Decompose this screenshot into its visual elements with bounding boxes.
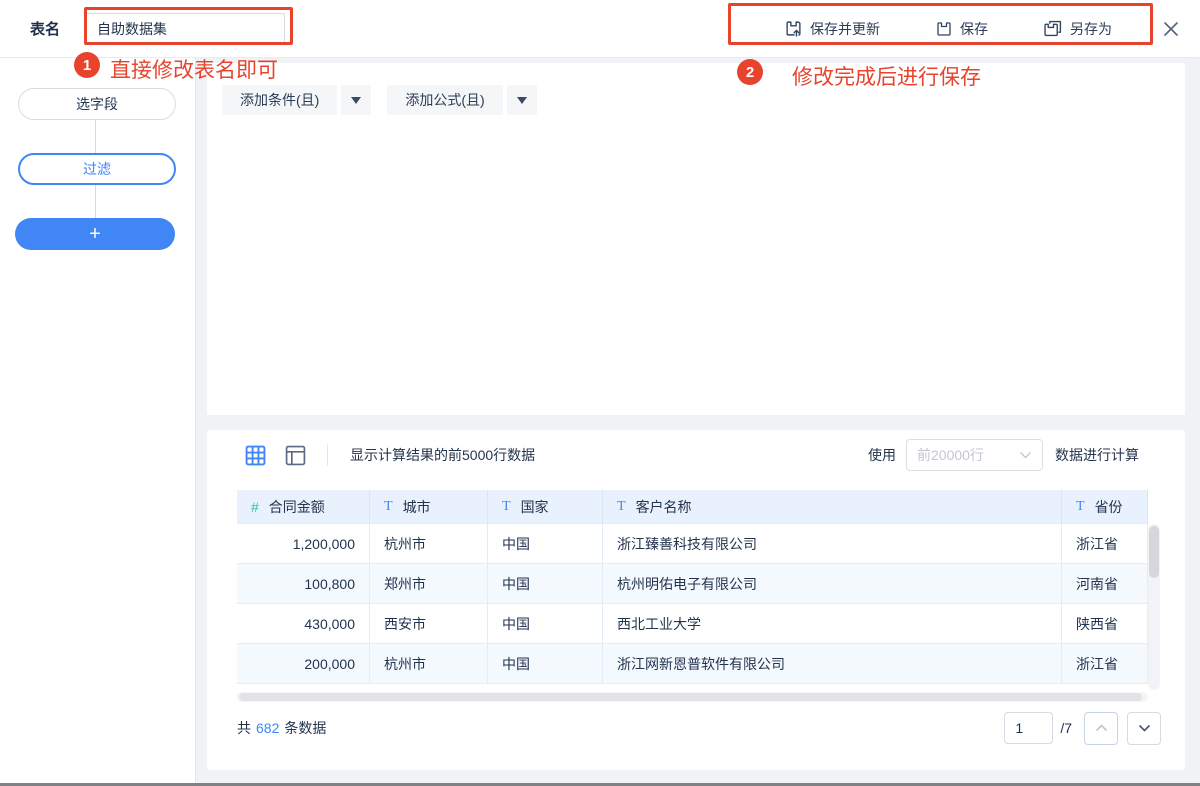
table-cell: 中国 <box>488 564 603 604</box>
table-cell: 杭州市 <box>370 524 488 564</box>
table-cell: 西北工业大学 <box>603 604 1062 644</box>
add-condition-button[interactable]: 添加条件(且) <box>222 85 338 115</box>
page-number-input[interactable] <box>1004 712 1054 744</box>
add-condition-dropdown[interactable] <box>341 85 372 115</box>
table-cell: 1,200,000 <box>237 524 370 564</box>
vertical-scrollbar-thumb[interactable] <box>1149 526 1159 578</box>
add-formula-button[interactable]: 添加公式(且) <box>387 85 503 115</box>
node-connector <box>95 120 96 153</box>
table-cell: 杭州市 <box>370 644 488 684</box>
annotation-box-table-name <box>84 7 293 45</box>
plus-icon: + <box>89 222 101 245</box>
caret-down-icon <box>516 96 527 104</box>
table-row: 1,200,000 杭州市 中国 浙江臻善科技有限公司 浙江省 <box>237 524 1148 564</box>
annotation-step2-text: 修改完成后进行保存 <box>792 66 981 89</box>
table-cell: 100,800 <box>237 564 370 604</box>
table-cell: 郑州市 <box>370 564 488 604</box>
flow-sidebar: 选字段 过滤 + <box>0 58 196 786</box>
pagination: /7 <box>1004 711 1161 745</box>
filter-actions: 添加条件(且) 添加公式(且) <box>222 85 537 115</box>
select-fields-node[interactable]: 选字段 <box>18 88 176 120</box>
chevron-down-icon <box>1138 724 1151 732</box>
column-header[interactable]: T 客户名称 <box>603 490 1062 524</box>
table-cell: 浙江省 <box>1062 524 1148 564</box>
annotation-step1-text: 直接修改表名即可 <box>110 59 278 82</box>
table-name-label: 表名 <box>30 21 61 38</box>
table-cell: 中国 <box>488 604 603 644</box>
preview-rows-text: 显示计算结果的前5000行数据 <box>350 447 536 463</box>
table-cell: 200,000 <box>237 644 370 684</box>
column-label: 国家 <box>520 498 549 515</box>
chevron-up-icon <box>1095 724 1108 732</box>
column-header[interactable]: T 省份 <box>1062 490 1148 524</box>
table-cell: 中国 <box>488 524 603 564</box>
filter-label: 过滤 <box>83 161 111 177</box>
panel-view-icon[interactable] <box>283 443 307 467</box>
vertical-scrollbar[interactable] <box>1148 524 1160 690</box>
total-count: 682 <box>256 720 280 736</box>
table-cell: 浙江臻善科技有限公司 <box>603 524 1062 564</box>
previous-page-button[interactable] <box>1084 711 1118 745</box>
close-button[interactable] <box>1158 16 1184 42</box>
table-footer: 共 682 条数据 /7 <box>207 710 1185 746</box>
table-cell: 陕西省 <box>1062 604 1148 644</box>
horizontal-scrollbar[interactable] <box>237 692 1148 702</box>
column-header[interactable]: T 城市 <box>370 490 488 524</box>
data-preview-panel: 显示计算结果的前5000行数据 使用 前20000行 数据进行计算 # 合同金额 T… <box>207 430 1185 770</box>
table-row: 200,000 杭州市 中国 浙江网新恩普软件有限公司 浙江省 <box>237 644 1148 684</box>
column-header[interactable]: T 国家 <box>488 490 603 524</box>
page-total: /7 <box>1060 720 1072 736</box>
chevron-down-icon <box>1019 451 1032 459</box>
table-row: 430,000 西安市 中国 西北工业大学 陕西省 <box>237 604 1148 644</box>
table-header-row: # 合同金额 T 城市 T 国家 T 客户名称 T 省份 <box>237 490 1148 524</box>
filter-node[interactable]: 过滤 <box>18 153 176 185</box>
next-page-button[interactable] <box>1127 711 1161 745</box>
node-connector <box>95 185 96 218</box>
table-cell: 杭州明佑电子有限公司 <box>603 564 1062 604</box>
grid-view-icon[interactable] <box>243 443 267 467</box>
number-type-icon: # <box>251 498 259 515</box>
column-header[interactable]: # 合同金额 <box>237 490 370 524</box>
main-area: 添加条件(且) 添加公式(且) 显示计算结果的前5000行数据 使用 前2000… <box>197 58 1200 786</box>
column-label: 合同金额 <box>268 498 325 515</box>
select-fields-label: 选字段 <box>76 96 118 112</box>
table-cell: 浙江网新恩普软件有限公司 <box>603 644 1062 684</box>
table-cell: 中国 <box>488 644 603 684</box>
horizontal-scrollbar-thumb[interactable] <box>239 693 1142 701</box>
text-type-icon: T <box>502 498 511 514</box>
preview-toolbar: 显示计算结果的前5000行数据 使用 前20000行 数据进行计算 <box>207 430 1185 480</box>
add-step-button[interactable]: + <box>15 218 175 250</box>
toolbar-divider <box>327 444 328 466</box>
total-suffix: 条数据 <box>284 720 327 736</box>
compute-label: 数据进行计算 <box>1055 447 1139 463</box>
add-formula-dropdown[interactable] <box>506 85 537 115</box>
preview-table: # 合同金额 T 城市 T 国家 T 客户名称 T 省份 1,200,000 杭州市 中国 浙江臻善科技… <box>237 490 1148 684</box>
use-label: 使用 <box>868 447 896 463</box>
table-cell: 430,000 <box>237 604 370 644</box>
table-cell: 西安市 <box>370 604 488 644</box>
total-prefix: 共 <box>237 720 251 736</box>
column-label: 城市 <box>402 498 431 515</box>
text-type-icon: T <box>617 498 626 514</box>
table-cell: 浙江省 <box>1062 644 1148 684</box>
annotation-step1-badge: 1 <box>74 52 100 78</box>
text-type-icon: T <box>1076 498 1085 514</box>
table-body: 1,200,000 杭州市 中国 浙江臻善科技有限公司 浙江省 100,800 郑州市 中国杭… <box>237 524 1148 684</box>
column-label: 省份 <box>1094 498 1123 515</box>
filter-config-panel: 添加条件(且) 添加公式(且) <box>207 63 1185 415</box>
compute-rows-setting: 使用 前20000行 数据进行计算 <box>868 439 1139 471</box>
text-type-icon: T <box>384 498 393 514</box>
table-cell: 河南省 <box>1062 564 1148 604</box>
table-row: 100,800 郑州市 中国 杭州明佑电子有限公司 河南省 <box>237 564 1148 604</box>
annotation-box-save-buttons <box>728 3 1153 45</box>
column-label: 客户名称 <box>635 498 692 515</box>
annotation-step2-badge: 2 <box>737 59 763 85</box>
caret-down-icon <box>351 96 362 104</box>
close-icon <box>1162 20 1180 38</box>
row-limit-select[interactable]: 前20000行 <box>906 439 1043 471</box>
row-limit-value: 前20000行 <box>917 447 984 463</box>
